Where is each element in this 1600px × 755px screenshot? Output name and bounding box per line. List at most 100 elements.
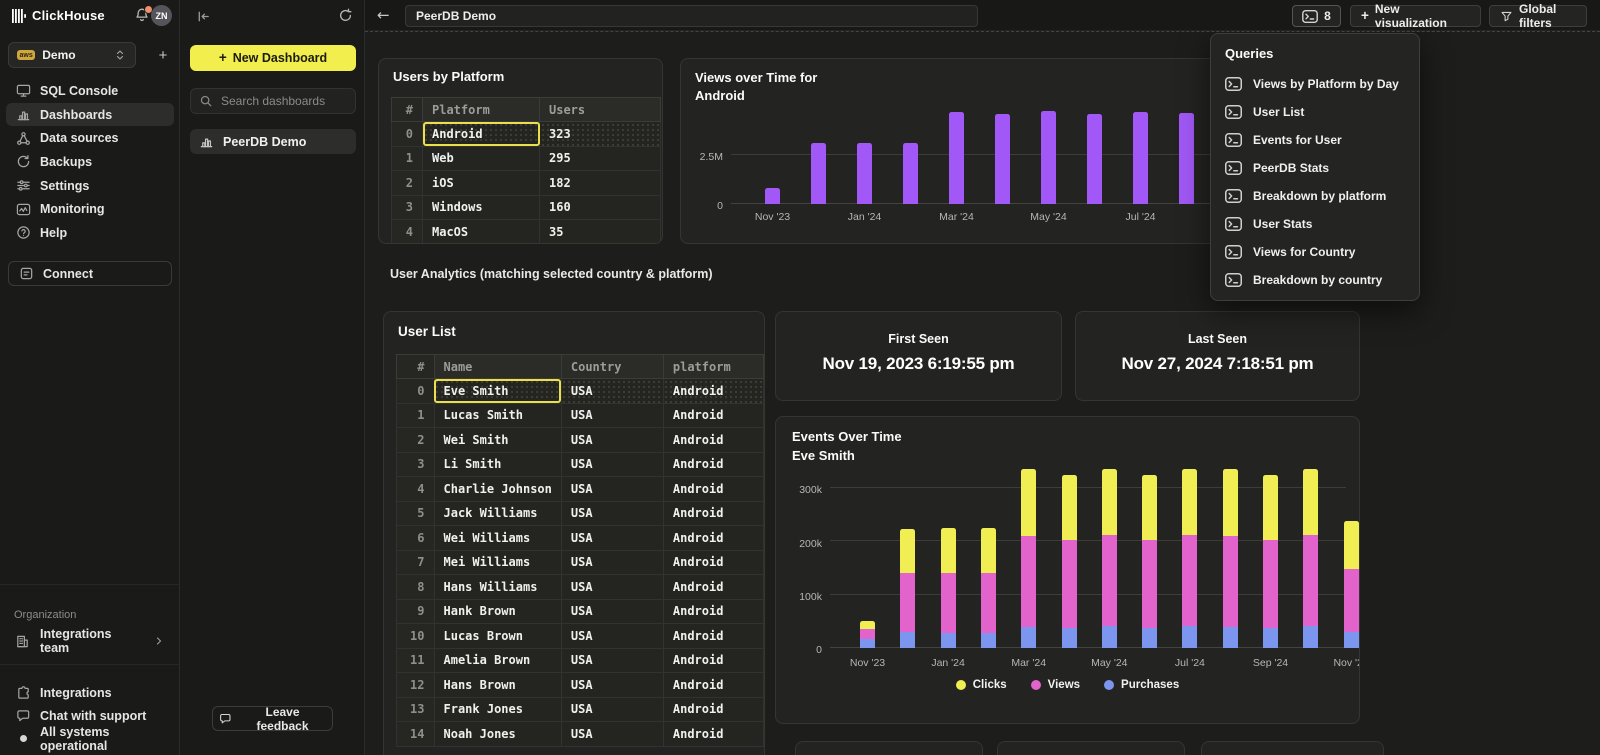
sidebar-item-data-sources[interactable]: Data sources [6,126,174,150]
add-service-button[interactable]: + [152,44,174,66]
table-row[interactable]: 4MacOS35 [392,220,661,245]
new-dashboard-button[interactable]: + New Dashboard [190,45,356,71]
row-index-cell[interactable]: 4 [392,220,423,245]
row-index-cell[interactable]: 10 [397,624,435,649]
table-cell[interactable]: Hans Brown [434,673,561,698]
leave-feedback-button[interactable]: Leave feedback [212,706,333,731]
workspace-selector[interactable]: aws Demo [8,42,136,68]
row-index-cell[interactable]: 2 [392,171,423,196]
sidebar-item-settings[interactable]: Settings [6,174,174,198]
collapse-panel-icon[interactable] [196,9,211,24]
row-index-cell[interactable]: 2 [397,428,435,453]
table-row[interactable]: 0Android323 [392,122,661,147]
table-row[interactable]: 11Amelia BrownUSAAndroid [397,648,764,673]
sidebar-item-dashboards[interactable]: Dashboards [6,103,174,127]
legend-item-clicks[interactable]: Clicks [956,679,1007,691]
table-row[interactable]: 0Eve SmithUSAAndroid [397,379,764,404]
table-row[interactable]: 3Li SmithUSAAndroid [397,452,764,477]
table-row[interactable]: 2Wei SmithUSAAndroid [397,428,764,453]
row-index-cell[interactable]: 0 [392,122,423,147]
row-index-cell[interactable]: 3 [392,195,423,220]
table-cell[interactable]: Lucas Brown [434,624,561,649]
legend-item-views[interactable]: Views [1031,679,1080,691]
table-cell[interactable]: Android [663,428,763,453]
sidebar-item-backups[interactable]: Backups [6,150,174,174]
table-cell[interactable]: Noah Jones [434,722,561,747]
back-arrow-icon[interactable]: ← [377,6,390,24]
table-cell[interactable]: Charlie Johnson [434,477,561,502]
table-cell[interactable]: Frank Jones [434,697,561,722]
table-row[interactable]: 6Wei WilliamsUSAAndroid [397,526,764,551]
row-index-cell[interactable]: 0 [397,379,435,404]
table-cell[interactable]: Windows [423,195,540,220]
table-cell[interactable]: 35 [540,220,661,245]
table-row[interactable]: 13Frank JonesUSAAndroid [397,697,764,722]
table-cell[interactable]: Android [663,452,763,477]
sidebar-item-integrations[interactable]: Integrations [6,681,174,704]
row-index-cell[interactable]: 11 [397,648,435,673]
table-cell[interactable]: Amelia Brown [434,648,561,673]
row-index-cell[interactable]: 12 [397,673,435,698]
table-cell[interactable]: MacOS [423,220,540,245]
row-index-cell[interactable]: 1 [397,403,435,428]
sidebar-item-sql-console[interactable]: SQL Console [6,79,174,103]
table-cell[interactable]: Android [663,477,763,502]
table-cell[interactable]: USA [561,501,663,526]
row-index-cell[interactable]: 8 [397,575,435,600]
query-item-breakdown-by-country[interactable]: Breakdown by country [1211,266,1419,294]
table-cell[interactable]: 182 [540,171,661,196]
table-row[interactable]: 8Hans WilliamsUSAAndroid [397,575,764,600]
table-cell[interactable]: Hank Brown [434,599,561,624]
table-cell[interactable]: USA [561,575,663,600]
query-item-views-for-country[interactable]: Views for Country [1211,238,1419,266]
row-index-cell[interactable]: 7 [397,550,435,575]
table-cell[interactable]: Android [663,501,763,526]
row-index-cell[interactable]: 6 [397,526,435,551]
legend-item-purchases[interactable]: Purchases [1104,679,1179,691]
table-cell[interactable]: USA [561,624,663,649]
table-cell[interactable]: Wei Smith [434,428,561,453]
table-cell[interactable]: Li Smith [434,452,561,477]
row-index-cell[interactable]: 9 [397,599,435,624]
table-cell[interactable]: Android [663,624,763,649]
table-cell[interactable]: Android [663,403,763,428]
table-cell[interactable]: USA [561,379,663,404]
table-cell[interactable]: Android [663,722,763,747]
query-item-user-list[interactable]: User List [1211,98,1419,126]
table-cell[interactable]: USA [561,648,663,673]
query-item-events-for-user[interactable]: Events for User [1211,126,1419,154]
table-cell[interactable]: Android [423,122,540,147]
table-row[interactable]: 10Lucas BrownUSAAndroid [397,624,764,649]
table-cell[interactable]: Jack Williams [434,501,561,526]
user-avatar[interactable]: ZN [151,5,172,26]
table-cell[interactable]: USA [561,697,663,722]
table-cell[interactable]: Android [663,648,763,673]
query-item-peerdb-stats[interactable]: PeerDB Stats [1211,154,1419,182]
new-visualization-button[interactable]: + New visualization [1350,5,1481,27]
table-cell[interactable]: Android [663,599,763,624]
row-index-cell[interactable]: 13 [397,697,435,722]
dashboard-title-input[interactable] [405,5,978,27]
sidebar-item-monitoring[interactable]: Monitoring [6,197,174,221]
table-cell[interactable]: Eve Smith [434,379,561,404]
notifications-bell-icon[interactable] [134,7,150,23]
table-row[interactable]: 9Hank BrownUSAAndroid [397,599,764,624]
table-row[interactable]: 12Hans BrownUSAAndroid [397,673,764,698]
table-row[interactable]: 1Web295 [392,146,661,171]
search-dashboards-input[interactable] [219,93,347,109]
sidebar-item-help[interactable]: Help [6,221,174,245]
table-cell[interactable]: USA [561,403,663,428]
table-cell[interactable]: USA [561,428,663,453]
table-cell[interactable]: USA [561,550,663,575]
table-cell[interactable]: Wei Williams [434,526,561,551]
table-cell[interactable]: Web [423,146,540,171]
table-cell[interactable]: Android [663,697,763,722]
query-item-breakdown-by-platform[interactable]: Breakdown by platform [1211,182,1419,210]
table-row[interactable]: 3Windows160 [392,195,661,220]
table-cell[interactable]: iOS [423,171,540,196]
table-cell[interactable]: 295 [540,146,661,171]
table-cell[interactable]: USA [561,477,663,502]
table-cell[interactable]: USA [561,599,663,624]
table-cell[interactable]: Android [663,575,763,600]
search-dashboards-box[interactable] [190,88,356,114]
